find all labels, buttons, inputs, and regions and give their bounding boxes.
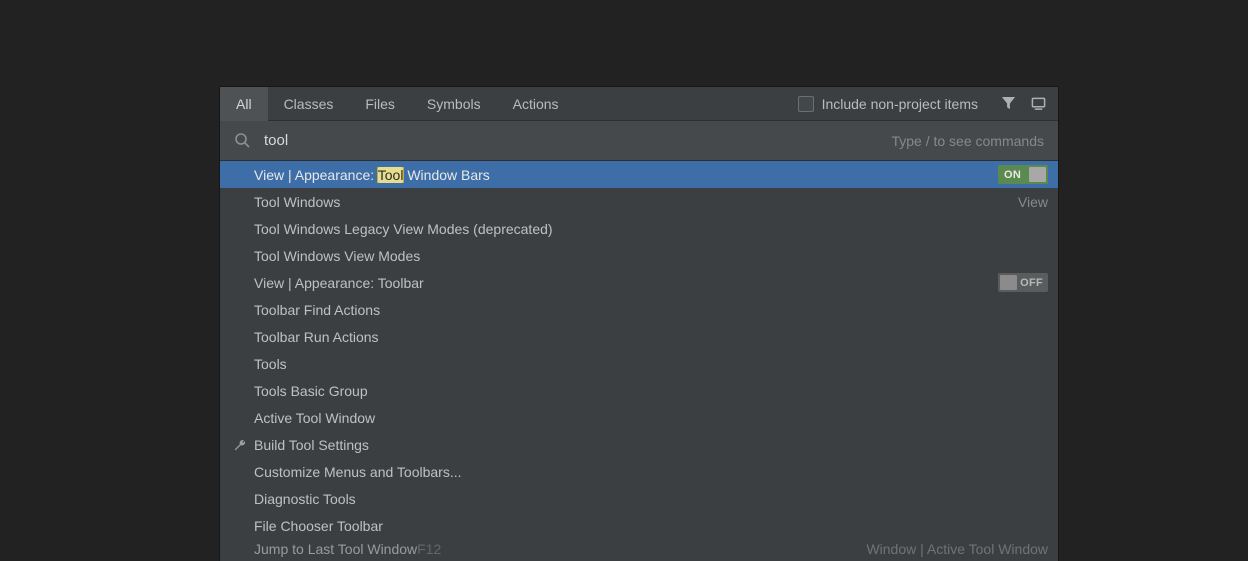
result-row[interactable]: Toolbar Run Actions xyxy=(220,323,1058,350)
result-label: Tools xyxy=(254,356,1048,372)
tab-files[interactable]: Files xyxy=(349,87,411,121)
result-row[interactable]: Tools xyxy=(220,350,1058,377)
result-row[interactable]: File Chooser Toolbar xyxy=(220,512,1058,539)
tab-actions[interactable]: Actions xyxy=(497,87,575,121)
result-row[interactable]: Toolbar Find Actions xyxy=(220,296,1058,323)
result-label: File Chooser Toolbar xyxy=(254,518,1048,534)
search-row: Type / to see commands xyxy=(220,121,1058,161)
search-input[interactable] xyxy=(264,132,891,149)
results-list: View | Appearance: Tool Window Bars ON T… xyxy=(220,161,1058,561)
result-row[interactable]: Tools Basic Group xyxy=(220,377,1058,404)
search-hint: Type / to see commands xyxy=(891,133,1044,149)
result-row[interactable]: Tool Windows View xyxy=(220,188,1058,215)
filter-icon[interactable] xyxy=(998,94,1018,114)
result-label: View | Appearance: Toolbar xyxy=(254,275,998,291)
result-row[interactable]: Diagnostic Tools xyxy=(220,485,1058,512)
result-row[interactable]: Customize Menus and Toolbars... xyxy=(220,458,1058,485)
result-row[interactable]: Build Tool Settings xyxy=(220,431,1058,458)
result-row[interactable]: View | Appearance: Tool Window Bars ON xyxy=(220,161,1058,188)
toggle-off[interactable]: OFF xyxy=(998,273,1048,292)
result-label: Build Tool Settings xyxy=(254,437,1048,453)
result-label: Toolbar Find Actions xyxy=(254,302,1048,318)
result-label: Toolbar Run Actions xyxy=(254,329,1048,345)
result-row[interactable]: Active Tool Window xyxy=(220,404,1058,431)
result-label: Diagnostic Tools xyxy=(254,491,1048,507)
include-non-project-label: Include non-project items xyxy=(822,96,978,112)
result-label: Active Tool Window xyxy=(254,410,1048,426)
result-category: Window | Active Tool Window xyxy=(856,541,1048,557)
result-row[interactable]: Tool Windows View Modes xyxy=(220,242,1058,269)
tab-symbols[interactable]: Symbols xyxy=(411,87,497,121)
result-label: Tool Windows Legacy View Modes (deprecat… xyxy=(254,221,1048,237)
search-everywhere-popup: All Classes Files Symbols Actions Includ… xyxy=(220,87,1058,561)
result-category: View xyxy=(1008,194,1048,210)
toggle-on[interactable]: ON xyxy=(998,165,1048,184)
wrench-icon xyxy=(232,437,248,453)
include-non-project-container: Include non-project items xyxy=(798,96,988,112)
result-label: Customize Menus and Toolbars... xyxy=(254,464,1048,480)
result-label: Tools Basic Group xyxy=(254,383,1048,399)
screen-icon[interactable] xyxy=(1028,94,1048,114)
include-non-project-checkbox[interactable] xyxy=(798,96,814,112)
result-label: Tool Windows View Modes xyxy=(254,248,1048,264)
result-label: View | Appearance: Tool Window Bars xyxy=(254,167,998,183)
result-row[interactable]: View | Appearance: Toolbar OFF xyxy=(220,269,1058,296)
result-label: Jump to Last Tool WindowF12 xyxy=(254,541,856,557)
tab-bar: All Classes Files Symbols Actions Includ… xyxy=(220,87,1058,121)
tab-all[interactable]: All xyxy=(220,87,268,121)
search-icon xyxy=(234,132,252,150)
result-row[interactable]: Tool Windows Legacy View Modes (deprecat… xyxy=(220,215,1058,242)
tab-classes[interactable]: Classes xyxy=(268,87,350,121)
result-label: Tool Windows xyxy=(254,194,1008,210)
